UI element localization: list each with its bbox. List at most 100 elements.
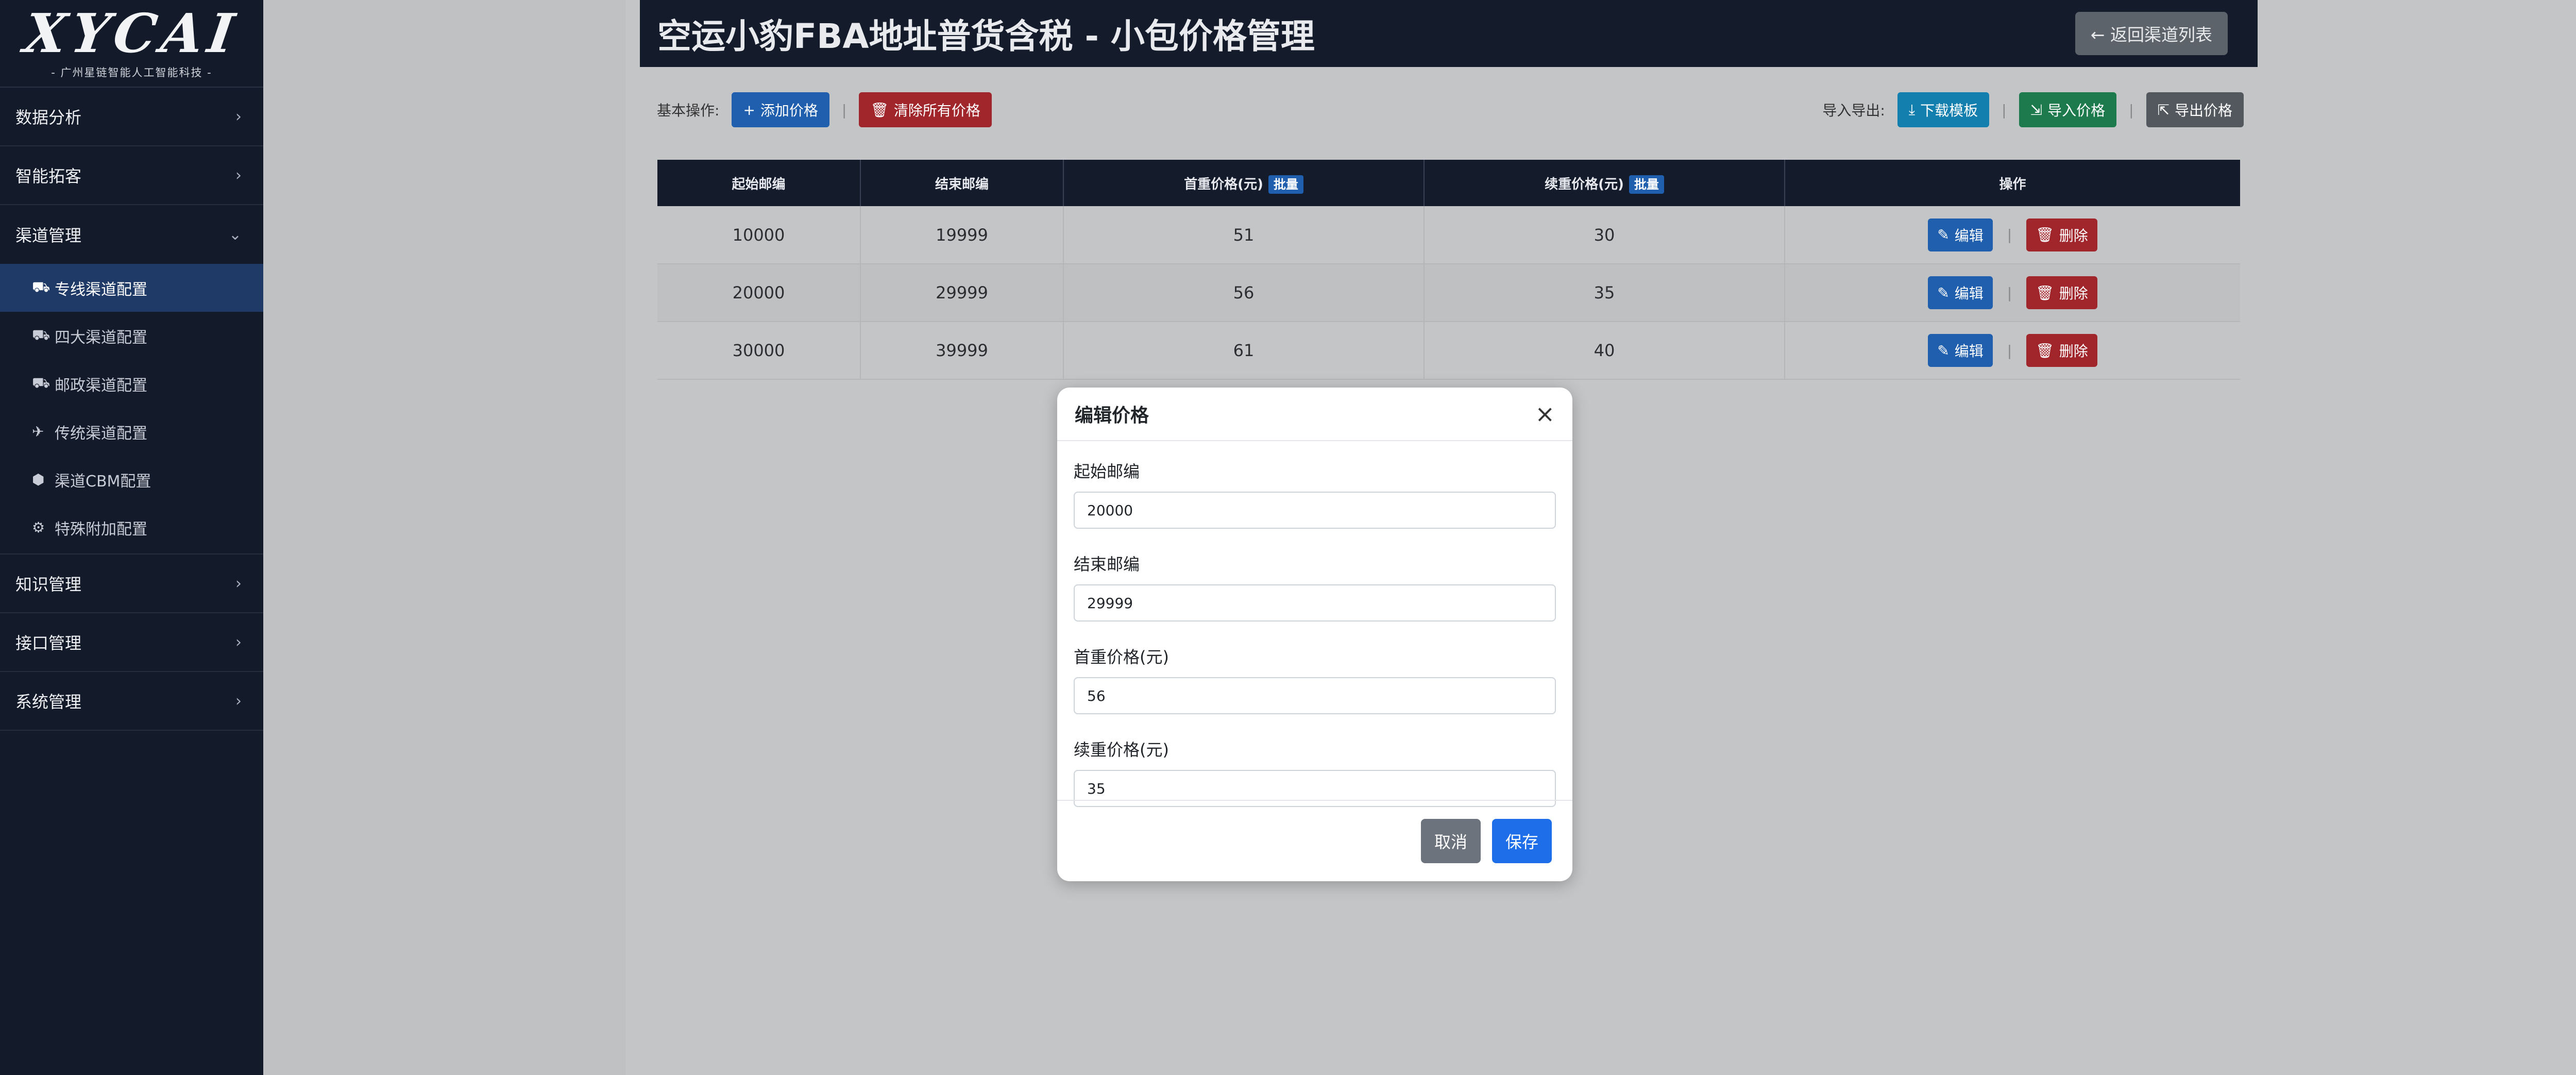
add-price-label: 添加价格 — [760, 102, 818, 119]
basic-actions: 基本操作: + 添加价格 | 🗑 清除所有价格 — [657, 92, 992, 127]
plus-icon: + — [743, 101, 755, 119]
cell-first-price: 61 — [1063, 322, 1425, 380]
nav-item-api[interactable]: 接口管理 › — [0, 613, 263, 672]
cell-end-zip: 39999 — [860, 322, 1064, 380]
sub-item-label: 传统渠道配置 — [55, 424, 147, 443]
table-row: 30000 39999 61 40 ✎ 编辑 | 🗑 删除 — [657, 322, 2240, 380]
file-export-icon: ⇱ — [2157, 101, 2170, 119]
divider: | — [2007, 226, 2012, 243]
chevron-right-icon: › — [235, 166, 242, 184]
column-header-start-zip: 起始邮编 — [657, 160, 861, 206]
cell-start-zip: 20000 — [657, 264, 861, 322]
edit-icon: ✎ — [1937, 226, 1950, 243]
back-to-channel-list-button[interactable]: ← 返回渠道列表 — [2075, 12, 2228, 55]
batch-edit-badge[interactable]: 批量 — [1268, 175, 1303, 194]
sidebar-item-traditional-channel[interactable]: ✈ 传统渠道配置 — [0, 408, 263, 456]
sidebar-item-special-surcharge[interactable]: ⚙ 特殊附加配置 — [0, 503, 263, 551]
sidebar-item-postal-channel[interactable]: ⛟ 邮政渠道配置 — [0, 360, 263, 408]
gear-icon: ⚙ — [32, 519, 45, 536]
truck-icon: ⛟ — [32, 374, 50, 391]
sub-item-label: 邮政渠道配置 — [55, 376, 147, 395]
end-zip-input[interactable] — [1074, 584, 1556, 622]
import-prices-button[interactable]: ⇲ 导入价格 — [2019, 92, 2117, 127]
batch-edit-badge[interactable]: 批量 — [1629, 175, 1664, 194]
delete-button[interactable]: 🗑 删除 — [2026, 276, 2097, 309]
first-weight-price-label: 首重价格(元) — [1074, 647, 1169, 667]
first-weight-price-input[interactable] — [1074, 677, 1556, 714]
delete-label: 删除 — [2059, 285, 2088, 302]
import-export-label: 导入导出: — [1822, 102, 1885, 119]
column-header-extra-weight-price: 续重价格(元) 批量 — [1424, 160, 1785, 206]
start-zip-input[interactable] — [1074, 492, 1556, 529]
cell-start-zip: 10000 — [657, 206, 861, 264]
chevron-down-icon: ⌄ — [228, 225, 242, 244]
sub-item-label: 特殊附加配置 — [55, 520, 147, 539]
edit-button[interactable]: ✎ 编辑 — [1928, 276, 1993, 309]
end-zip-label: 结束邮编 — [1074, 555, 1140, 574]
export-prices-label: 导出价格 — [2174, 102, 2232, 119]
chevron-right-icon: › — [235, 692, 242, 710]
add-price-button[interactable]: + 添加价格 — [732, 92, 829, 127]
nav-item-smart-leads[interactable]: 智能拓客 › — [0, 146, 263, 205]
divider: | — [2002, 101, 2007, 119]
sidebar-item-dedicated-channel[interactable]: ⛟ 专线渠道配置 — [0, 264, 263, 312]
modal-header: 编辑价格 × — [1057, 388, 1572, 441]
file-import-icon: ⇲ — [2030, 101, 2043, 119]
divider: | — [2007, 342, 2012, 359]
column-header-actions: 操作 — [1785, 160, 2240, 206]
channel-submenu: ⛟ 专线渠道配置 ⛟ 四大渠道配置 ⛟ 邮政渠道配置 ✈ 传统渠道配置 ⬢ 渠道… — [0, 264, 263, 555]
trash-icon: 🗑 — [2036, 226, 2054, 243]
cell-actions: ✎ 编辑 | 🗑 删除 — [1785, 322, 2240, 380]
nav-item-data-analysis[interactable]: 数据分析 › — [0, 88, 263, 146]
nav-label: 接口管理 — [15, 633, 82, 653]
clear-all-prices-button[interactable]: 🗑 清除所有价格 — [859, 92, 992, 127]
close-icon[interactable]: × — [1535, 402, 1555, 426]
import-export-actions: 导入导出: ⤓ 下载模板 | ⇲ 导入价格 | ⇱ 导出价格 — [1822, 92, 2244, 127]
cell-actions: ✎ 编辑 | 🗑 删除 — [1785, 264, 2240, 322]
trash-icon: 🗑 — [870, 101, 889, 119]
cancel-button[interactable]: 取消 — [1420, 819, 1481, 863]
edit-label: 编辑 — [1954, 285, 1984, 302]
chevron-right-icon: › — [235, 633, 242, 651]
cell-end-zip: 29999 — [860, 264, 1064, 322]
cell-extra-price: 40 — [1424, 322, 1785, 380]
edit-button[interactable]: ✎ 编辑 — [1928, 334, 1993, 367]
sidebar: XYCAI - 广州星链智能人工智能科技 - 数据分析 › 智能拓客 › 渠道管… — [0, 0, 263, 1075]
divider: | — [841, 101, 847, 119]
column-header-first-weight-price: 首重价格(元) 批量 — [1063, 160, 1425, 206]
nav-label: 智能拓客 — [15, 166, 82, 186]
logo-mark: XYCAI — [20, 2, 243, 65]
download-template-button[interactable]: ⤓ 下载模板 — [1897, 92, 1990, 127]
clear-all-label: 清除所有价格 — [893, 102, 980, 119]
delete-button[interactable]: 🗑 删除 — [2026, 218, 2097, 251]
chevron-right-icon: › — [235, 107, 242, 126]
page-header: 空运小豹FBA地址普货含税 - 小包价格管理 ← 返回渠道列表 — [640, 0, 2258, 67]
table-row: 10000 19999 51 30 ✎ 编辑 | 🗑 删除 — [657, 206, 2240, 264]
sidebar-item-big-four-channel[interactable]: ⛟ 四大渠道配置 — [0, 312, 263, 360]
edit-icon: ✎ — [1937, 342, 1950, 359]
box-icon: ⬢ — [32, 471, 45, 488]
sidebar-item-cbm-config[interactable]: ⬢ 渠道CBM配置 — [0, 456, 263, 503]
sub-item-label: 专线渠道配置 — [55, 280, 147, 299]
cell-first-price: 56 — [1063, 264, 1425, 322]
edit-price-modal: 编辑价格 × 起始邮编 结束邮编 首重价格(元) 续重价格(元) 取消 保存 — [1057, 388, 1572, 881]
sub-item-label: 渠道CBM配置 — [55, 472, 151, 491]
nav-label: 知识管理 — [15, 575, 82, 594]
table-row: 20000 29999 56 35 ✎ 编辑 | 🗑 删除 — [657, 264, 2240, 322]
nav-item-channel-management[interactable]: 渠道管理 ⌄ — [0, 205, 263, 264]
modal-footer: 取消 保存 — [1057, 800, 1572, 881]
export-prices-button[interactable]: ⇱ 导出价格 — [2146, 92, 2244, 127]
truck-icon: ⛟ — [32, 278, 50, 295]
divider: | — [2129, 101, 2134, 119]
edit-label: 编辑 — [1954, 227, 1984, 244]
nav-item-knowledge[interactable]: 知识管理 › — [0, 555, 263, 613]
truck-icon: ⛟ — [32, 326, 50, 343]
edit-button[interactable]: ✎ 编辑 — [1928, 218, 1993, 251]
delete-button[interactable]: 🗑 删除 — [2026, 334, 2097, 367]
table-header-row: 起始邮编 结束邮编 首重价格(元) 批量 续重价格(元) 批量 操作 — [657, 160, 2240, 206]
back-button-label: 返回渠道列表 — [2110, 25, 2212, 45]
column-header-label: 首重价格(元) — [1184, 176, 1263, 192]
nav-item-system[interactable]: 系统管理 › — [0, 672, 263, 731]
save-button[interactable]: 保存 — [1492, 819, 1552, 863]
basic-actions-label: 基本操作: — [657, 102, 720, 119]
